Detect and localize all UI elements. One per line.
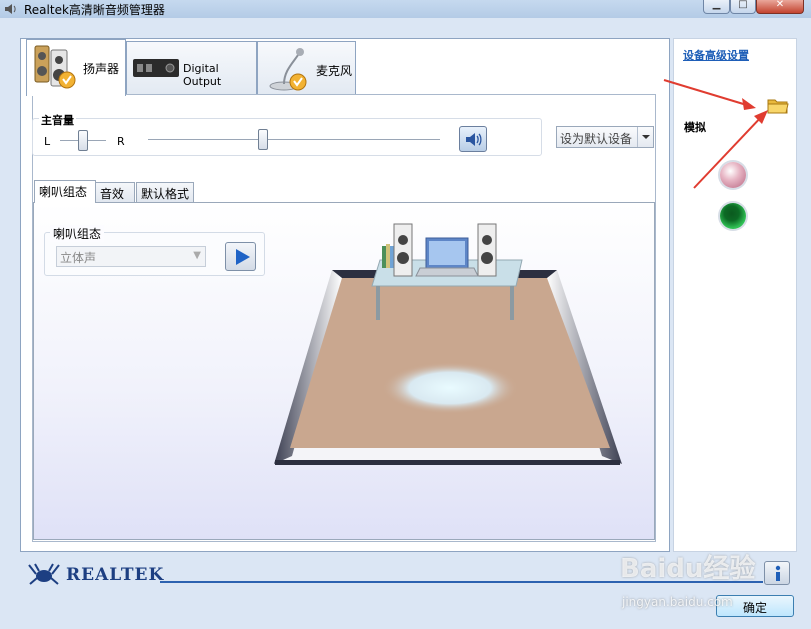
tab-digital-output[interactable]: Digital Output (126, 41, 257, 96)
tab-speaker-config[interactable]: 喇叭组态 (34, 180, 96, 203)
balance-left-label: L (44, 135, 51, 148)
balance-right-label: R (117, 135, 125, 148)
tab-speakers[interactable]: 扬声器 (26, 39, 126, 96)
speakers-icon (34, 45, 76, 89)
microphone-icon (269, 48, 307, 91)
realtek-crab-logo (28, 563, 60, 585)
chevron-down-icon (637, 127, 653, 147)
title-bar: Realtek高清晰音频管理器 ▁ □ ✕ (0, 0, 811, 18)
speaker-config-select[interactable]: 立体声 ▼ (56, 246, 206, 267)
play-icon (236, 249, 250, 265)
watermark-url: jingyan.baidu.com (622, 595, 733, 609)
maximize-button[interactable]: □ (730, 0, 756, 14)
play-test-button[interactable] (225, 242, 256, 271)
realtek-brand: REALTEK (66, 565, 165, 585)
ok-button-label: 确定 (742, 601, 767, 615)
tab-speakers-label: 扬声器 (83, 62, 120, 76)
maximize-icon: □ (738, 0, 748, 10)
advanced-settings-link[interactable]: 设备高级设置 (683, 47, 749, 63)
tab-microphone-label: 麦克风 (316, 64, 353, 78)
close-icon: ✕ (775, 0, 785, 10)
set-default-device-dropdown[interactable]: 设为默认设备 (556, 126, 654, 148)
speaker-config-value: 立体声 (60, 251, 97, 265)
tab-sound-effects[interactable]: 音效 (95, 182, 135, 202)
chevron-down-icon: ▼ (193, 250, 201, 261)
tab-sound-effects-label: 音效 (100, 187, 125, 201)
annotation-arrows (663, 79, 768, 189)
tab-speaker-config-label: 喇叭组态 (39, 185, 88, 199)
tab-microphone[interactable]: 麦克风 (257, 41, 356, 96)
set-default-device-label: 设为默认设备 (560, 132, 633, 146)
watermark: Baidu经验 (620, 554, 756, 584)
minimize-button[interactable]: ▁ (703, 0, 730, 14)
master-volume-title: 主音量 (39, 112, 76, 128)
room-illustration (274, 223, 622, 465)
volume-icon (466, 133, 482, 146)
tab-default-format-label: 默认格式 (141, 187, 190, 201)
volume-track (148, 139, 440, 141)
folder-icon[interactable] (767, 96, 789, 114)
speaker-config-title: 喇叭组态 (50, 225, 105, 242)
info-icon (775, 565, 781, 581)
green-jack-icon[interactable] (720, 203, 746, 229)
info-button[interactable] (764, 561, 790, 585)
window-title: Realtek高清晰音频管理器 (24, 3, 165, 17)
tab-default-format[interactable]: 默认格式 (136, 182, 194, 202)
minimize-icon: ▁ (712, 0, 721, 10)
close-button[interactable]: ✕ (756, 0, 804, 14)
balance-slider[interactable] (78, 130, 88, 151)
mute-button[interactable] (459, 126, 487, 152)
speaker-icon (5, 4, 16, 14)
tab-digital-output-label: Digital Output (183, 62, 222, 88)
volume-slider[interactable] (257, 129, 268, 150)
digital-output-icon (133, 59, 179, 77)
